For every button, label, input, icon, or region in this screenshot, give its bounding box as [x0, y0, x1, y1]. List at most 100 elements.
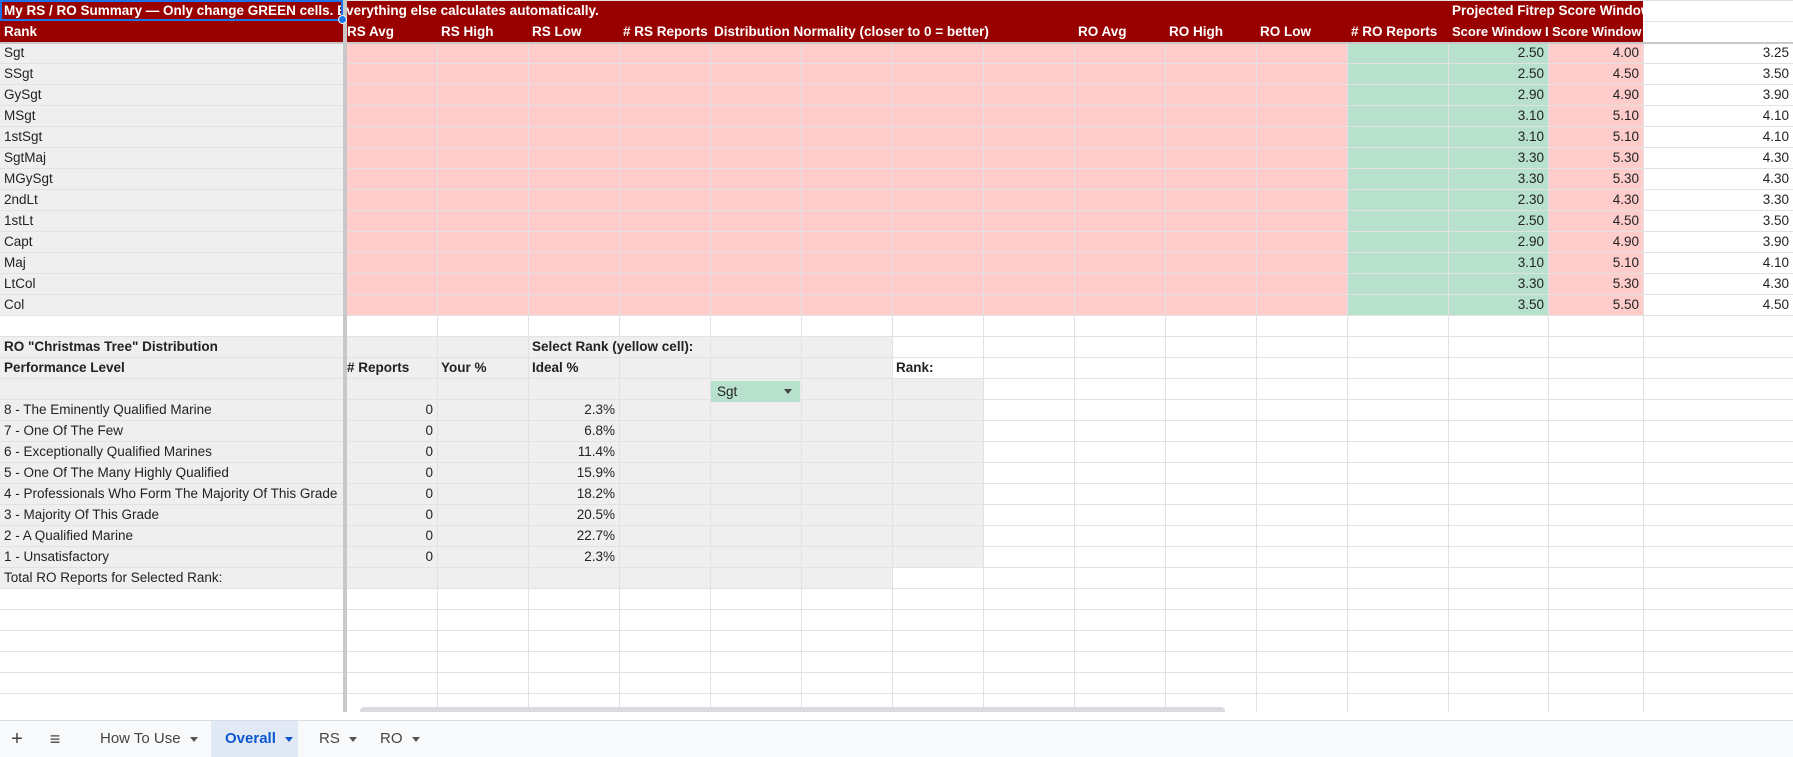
- ideal-percent[interactable]: 15.9%: [528, 462, 619, 483]
- report-count[interactable]: 0: [343, 546, 437, 567]
- ideal-percent[interactable]: 11.4%: [528, 441, 619, 462]
- ideal-avg-score[interactable]: 4.10: [1643, 252, 1793, 273]
- rank-label[interactable]: MGySgt: [0, 168, 343, 189]
- ideal-avg-score[interactable]: 3.50: [1643, 210, 1793, 231]
- all-sheets-button[interactable]: ≡: [40, 721, 70, 757]
- performance-level-label[interactable]: 5 - One Of The Many Highly Qualified: [0, 462, 343, 483]
- rank-label[interactable]: LtCol: [0, 273, 343, 294]
- score-window-low[interactable]: 2.90: [1448, 231, 1548, 252]
- column-header[interactable]: RS Avg: [343, 21, 437, 42]
- sheet-tab[interactable]: RS: [305, 721, 363, 757]
- score-window-low[interactable]: 2.50: [1448, 210, 1548, 231]
- dropdown-arrow-icon[interactable]: [784, 389, 792, 394]
- fill-handle[interactable]: [338, 15, 347, 24]
- column-header[interactable]: Distribution Normality (closer to 0 = be…: [710, 21, 1074, 42]
- ideal-percent[interactable]: 18.2%: [528, 483, 619, 504]
- score-window-low[interactable]: 3.30: [1448, 147, 1548, 168]
- score-window-high[interactable]: 5.30: [1548, 168, 1643, 189]
- ideal-percent[interactable]: 2.3%: [528, 399, 619, 420]
- spreadsheet-grid[interactable]: My RS / RO Summary — Only change GREEN c…: [0, 0, 1793, 712]
- report-count[interactable]: 0: [343, 504, 437, 525]
- score-window-high[interactable]: 4.90: [1548, 231, 1643, 252]
- column-header[interactable]: Score Window Hi: [1548, 21, 1643, 42]
- tab-menu-caret-icon[interactable]: [411, 736, 420, 742]
- ideal-avg-score[interactable]: 3.50: [1643, 63, 1793, 84]
- column-header[interactable]: RS High: [437, 21, 528, 42]
- frozen-column-divider[interactable]: [343, 0, 347, 712]
- rank-label[interactable]: Sgt: [0, 42, 343, 63]
- column-header[interactable]: RS Low: [528, 21, 619, 42]
- tab-menu-caret-icon[interactable]: [284, 736, 293, 742]
- score-window-high[interactable]: 5.30: [1548, 147, 1643, 168]
- performance-level-label[interactable]: 2 - A Qualified Marine: [0, 525, 343, 546]
- score-window-high[interactable]: 4.00: [1548, 42, 1643, 63]
- performance-level-label[interactable]: 6 - Exceptionally Qualified Marines: [0, 441, 343, 462]
- sheet-tab[interactable]: Overall: [211, 721, 298, 757]
- ideal-percent-header[interactable]: Ideal %: [528, 357, 619, 378]
- ideal-avg-score[interactable]: 4.30: [1643, 147, 1793, 168]
- rank-label[interactable]: MSgt: [0, 105, 343, 126]
- total-ro-reports-label[interactable]: Total RO Reports for Selected Rank:: [0, 567, 343, 588]
- sheet-tab[interactable]: How To Use: [86, 721, 206, 757]
- ideal-avg-score[interactable]: 3.30: [1643, 189, 1793, 210]
- performance-level-label[interactable]: 1 - Unsatisfactory: [0, 546, 343, 567]
- score-window-low[interactable]: 3.30: [1448, 168, 1548, 189]
- report-count[interactable]: 0: [343, 399, 437, 420]
- score-window-high[interactable]: 5.10: [1548, 105, 1643, 126]
- score-window-low[interactable]: 3.30: [1448, 273, 1548, 294]
- report-count[interactable]: 0: [343, 525, 437, 546]
- tab-menu-caret-icon[interactable]: [348, 736, 357, 742]
- rank-selector-label[interactable]: Rank:: [892, 357, 983, 378]
- rank-label[interactable]: Col: [0, 294, 343, 315]
- performance-level-label[interactable]: 7 - One Of The Few: [0, 420, 343, 441]
- score-window-low[interactable]: 2.90: [1448, 84, 1548, 105]
- ideal-percent[interactable]: 2.3%: [528, 546, 619, 567]
- score-window-low[interactable]: 2.30: [1448, 189, 1548, 210]
- distribution-title[interactable]: RO "Christmas Tree" Distribution: [0, 336, 343, 357]
- score-window-low[interactable]: 3.10: [1448, 252, 1548, 273]
- score-window-high[interactable]: 4.50: [1548, 63, 1643, 84]
- column-header[interactable]: # RO Reports: [1347, 21, 1448, 42]
- column-header[interactable]: RO Avg: [1074, 21, 1165, 42]
- report-count[interactable]: 0: [343, 420, 437, 441]
- sheet-tab[interactable]: RO: [366, 721, 428, 757]
- add-sheet-button[interactable]: +: [2, 721, 32, 757]
- rank-label[interactable]: GySgt: [0, 84, 343, 105]
- rank-label[interactable]: SgtMaj: [0, 147, 343, 168]
- ideal-percent[interactable]: 6.8%: [528, 420, 619, 441]
- ideal-percent[interactable]: 20.5%: [528, 504, 619, 525]
- your-percent-header[interactable]: Your %: [437, 357, 528, 378]
- ideal-avg-score[interactable]: 3.25: [1643, 42, 1793, 63]
- score-window-high[interactable]: 4.50: [1548, 210, 1643, 231]
- score-window-high[interactable]: 4.90: [1548, 84, 1643, 105]
- column-header[interactable]: Rank: [0, 21, 343, 42]
- rank-label[interactable]: 2ndLt: [0, 189, 343, 210]
- score-window-high[interactable]: 5.50: [1548, 294, 1643, 315]
- column-header[interactable]: Ideal Avg Score: [1643, 21, 1793, 42]
- performance-level-label[interactable]: 4 - Professionals Who Form The Majority …: [0, 483, 343, 504]
- ideal-avg-score[interactable]: 4.10: [1643, 126, 1793, 147]
- ideal-avg-score[interactable]: 4.30: [1643, 273, 1793, 294]
- column-header[interactable]: # RS Reports: [619, 21, 710, 42]
- score-window-low[interactable]: 3.10: [1448, 105, 1548, 126]
- horizontal-scrollbar[interactable]: [360, 707, 1225, 712]
- projected-score-header[interactable]: Projected Fitrep Score Window: [1448, 0, 1793, 21]
- rank-label[interactable]: SSgt: [0, 63, 343, 84]
- column-header[interactable]: Score Window Lo: [1448, 21, 1548, 42]
- rank-dropdown[interactable]: Sgt: [711, 381, 800, 402]
- report-count[interactable]: 0: [343, 462, 437, 483]
- score-window-low[interactable]: 3.10: [1448, 126, 1548, 147]
- score-window-low[interactable]: 3.50: [1448, 294, 1548, 315]
- ideal-avg-score[interactable]: 3.90: [1643, 84, 1793, 105]
- frozen-row-divider[interactable]: [0, 42, 1793, 44]
- rank-label[interactable]: Capt: [0, 231, 343, 252]
- column-header[interactable]: RO Low: [1256, 21, 1347, 42]
- performance-level-label[interactable]: 8 - The Eminently Qualified Marine: [0, 399, 343, 420]
- score-window-high[interactable]: 5.10: [1548, 126, 1643, 147]
- score-window-low[interactable]: 2.50: [1448, 42, 1548, 63]
- score-window-high[interactable]: 5.10: [1548, 252, 1643, 273]
- performance-level-header[interactable]: Performance Level: [0, 357, 343, 378]
- score-window-high[interactable]: 5.30: [1548, 273, 1643, 294]
- report-count[interactable]: 0: [343, 441, 437, 462]
- performance-level-label[interactable]: 3 - Majority Of This Grade: [0, 504, 343, 525]
